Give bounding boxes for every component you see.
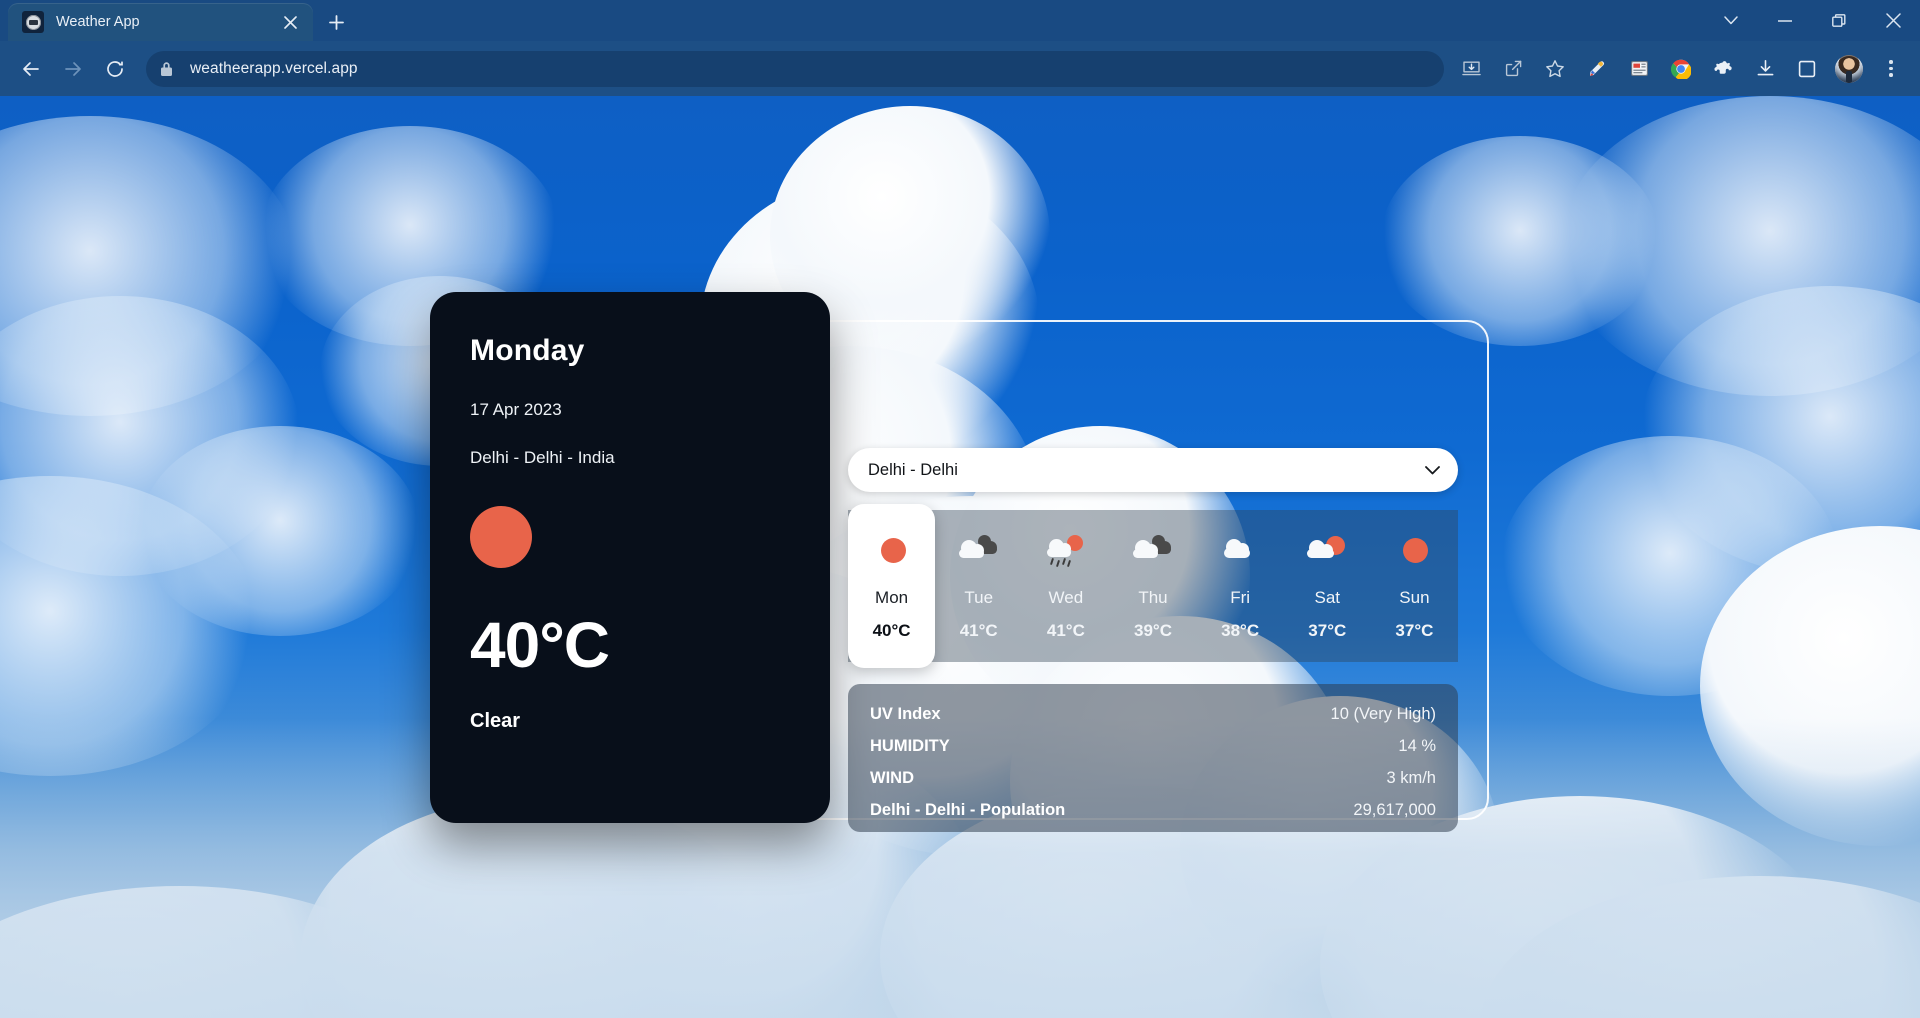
current-date: 17 Apr 2023: [470, 400, 562, 419]
forecast-strip: Mon 40°C Tue 41°C Wed 41°C Thu 39°C Fri …: [848, 504, 1458, 668]
sun-icon: [470, 506, 532, 568]
clouds-icon: [956, 533, 1002, 573]
sun-icon: [869, 533, 915, 573]
close-window-button[interactable]: [1866, 0, 1920, 41]
chrome-menu-icon[interactable]: [1872, 50, 1910, 88]
chevron-down-icon: [1425, 461, 1440, 480]
current-weather-card: Monday 17 Apr 2023 Delhi - Delhi - India…: [430, 292, 830, 823]
detail-row-population: Delhi - Delhi - Population 29,617,000: [870, 794, 1436, 826]
forward-button[interactable]: [52, 48, 94, 90]
forecast-day-label: Tue: [964, 588, 994, 607]
clouds-icon: [1130, 533, 1176, 573]
cloud-icon: [1217, 533, 1263, 573]
forecast-day-tue[interactable]: Tue 41°C: [935, 510, 1022, 662]
weather-app: Monday 17 Apr 2023 Delhi - Delhi - India…: [0, 96, 1920, 1018]
weather-right-column: Delhi - Delhi Mon 40°C Tue 41°C Wed 41°C…: [848, 448, 1458, 832]
window-controls: [1704, 0, 1920, 41]
maximize-restore-button[interactable]: [1812, 0, 1866, 41]
bookmark-star-icon[interactable]: [1536, 50, 1574, 88]
install-app-icon[interactable]: [1452, 50, 1490, 88]
detail-value: 3 km/h: [1386, 768, 1436, 787]
forecast-day-temp: 37°C: [1395, 621, 1434, 640]
sun-cloud-icon: [1304, 533, 1350, 573]
avatar-icon: [1835, 54, 1863, 83]
minimize-button[interactable]: [1758, 0, 1812, 41]
page-viewport: Monday 17 Apr 2023 Delhi - Delhi - India…: [0, 96, 1920, 1018]
sun-rain-cloud-icon: [1043, 533, 1089, 573]
back-button[interactable]: [10, 48, 52, 90]
reload-button[interactable]: [94, 48, 136, 90]
detail-value: 10 (Very High): [1330, 704, 1436, 723]
side-panel-icon[interactable]: [1788, 50, 1826, 88]
forecast-day-mon[interactable]: Mon 40°C: [848, 504, 936, 668]
detail-row-wind: WIND 3 km/h: [870, 762, 1436, 794]
extensions-icon[interactable]: [1704, 50, 1742, 88]
forecast-day-label: Fri: [1230, 588, 1251, 607]
forecast-day-label: Wed: [1048, 588, 1084, 607]
browser-tab[interactable]: Weather App: [8, 3, 313, 41]
weather-favicon: [22, 11, 44, 33]
forecast-day-sun[interactable]: Sun 37°C: [1371, 510, 1458, 662]
forecast-day-label: Thu: [1138, 588, 1168, 607]
detail-label: WIND: [870, 768, 914, 787]
forecast-day-temp: 38°C: [1221, 621, 1260, 640]
tab-search-button[interactable]: [1704, 0, 1758, 41]
current-temperature: 40°C: [470, 609, 610, 681]
city-select-value: Delhi - Delhi: [868, 460, 958, 479]
forecast-day-wed[interactable]: Wed 41°C: [1022, 510, 1109, 662]
chrome-extension-icon[interactable]: [1662, 50, 1700, 88]
url-text: weatheerapp.vercel.app: [190, 59, 358, 77]
city-select[interactable]: Delhi - Delhi: [848, 448, 1458, 492]
close-icon[interactable]: [277, 9, 303, 35]
tab-strip: Weather App: [0, 0, 1920, 41]
profile-avatar[interactable]: [1830, 50, 1868, 88]
address-bar[interactable]: weatheerapp.vercel.app: [146, 50, 1444, 87]
forecast-day-label: Mon: [875, 588, 909, 607]
forecast-day-thu[interactable]: Thu 39°C: [1109, 510, 1196, 662]
browser-toolbar: weatheerapp.vercel.app: [0, 41, 1920, 96]
three-dots-icon: [1889, 60, 1893, 77]
current-condition: Clear: [470, 710, 521, 732]
forecast-day-label: Sun: [1399, 588, 1430, 607]
forecast-day-temp: 39°C: [1134, 621, 1172, 640]
forecast-day-temp: 41°C: [1046, 621, 1085, 640]
reader-extension-icon[interactable]: [1620, 50, 1658, 88]
forecast-day-sat[interactable]: Sat 37°C: [1284, 510, 1371, 662]
detail-value: 29,617,000: [1353, 800, 1436, 819]
tab-title: Weather App: [56, 14, 140, 30]
weather-details-panel: UV Index 10 (Very High) HUMIDITY 14 % WI…: [848, 684, 1458, 832]
detail-label: UV Index: [870, 704, 941, 723]
new-tab-button[interactable]: [319, 5, 353, 39]
detail-row-humidity: HUMIDITY 14 %: [870, 730, 1436, 762]
detail-row-uv-index: UV Index 10 (Very High): [870, 698, 1436, 730]
forecast-day-temp: 40°C: [872, 621, 911, 640]
browser-window: Weather App weatheerapp.vercel.app Monda…: [0, 0, 1920, 1018]
detail-label: Delhi - Delhi - Population: [870, 800, 1066, 819]
lock-icon: [160, 61, 178, 77]
forecast-day-label: Sat: [1314, 588, 1341, 607]
toolbar-icons: [1452, 50, 1910, 88]
share-icon[interactable]: [1494, 50, 1532, 88]
forecast-day-temp: 37°C: [1308, 621, 1347, 640]
detail-value: 14 %: [1398, 736, 1436, 755]
forecast-day-fri[interactable]: Fri 38°C: [1197, 510, 1284, 662]
sun-icon: [1391, 533, 1437, 573]
downloads-icon[interactable]: [1746, 50, 1784, 88]
detail-label: HUMIDITY: [870, 736, 950, 755]
current-day: Monday: [470, 334, 585, 367]
forecast-day-temp: 41°C: [959, 621, 998, 640]
eyedropper-extension-icon[interactable]: [1578, 50, 1616, 88]
current-location: Delhi - Delhi - India: [470, 448, 615, 467]
